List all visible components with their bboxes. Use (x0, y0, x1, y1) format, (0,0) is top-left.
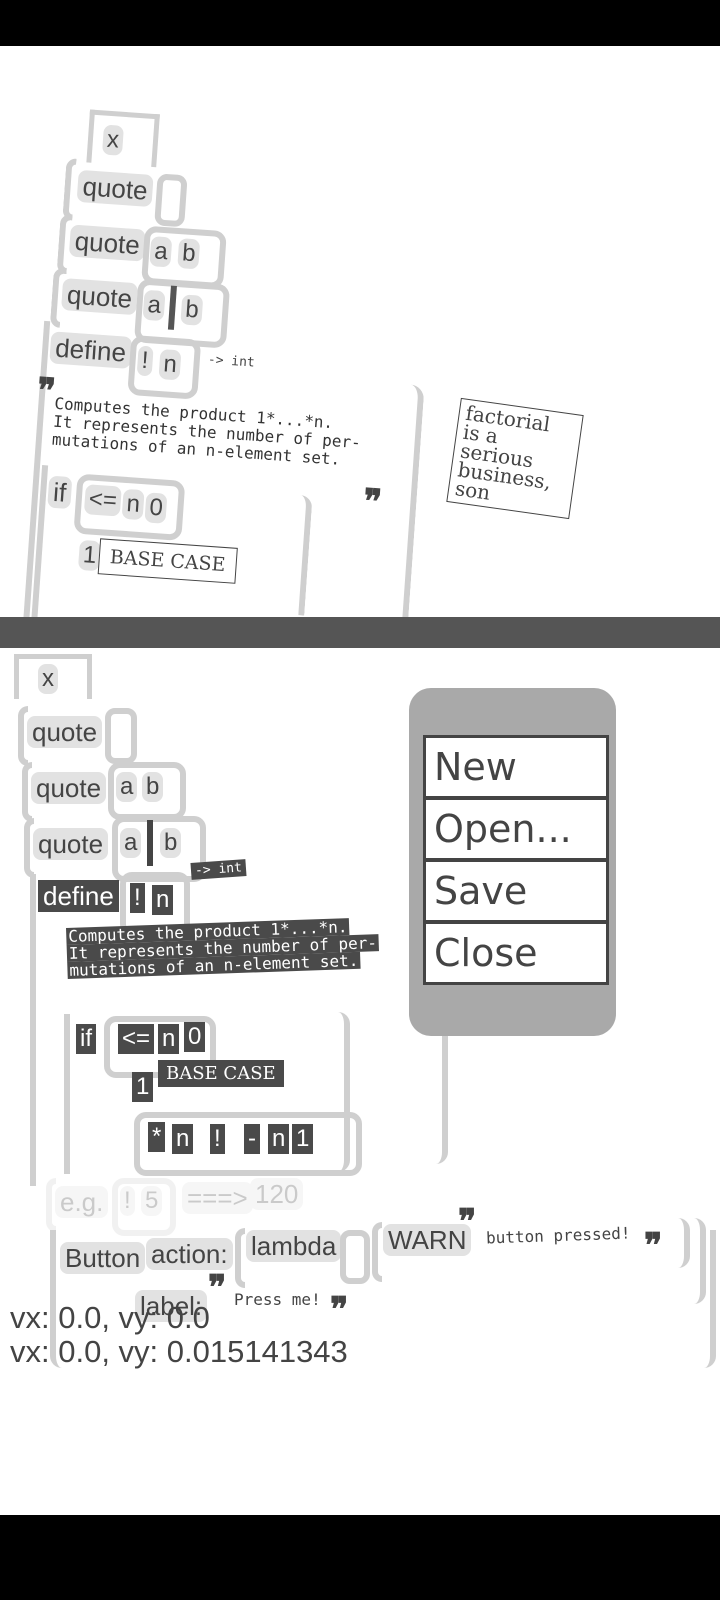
open-paren (62, 157, 77, 221)
token-minus[interactable]: - (244, 1124, 260, 1154)
open-paren (235, 1228, 245, 1288)
token-b[interactable]: b (160, 828, 182, 858)
menu-item-close[interactable]: Close (423, 921, 609, 985)
empty-list (105, 708, 137, 764)
token-lambda[interactable]: lambda (246, 1230, 342, 1262)
close-paren (391, 384, 425, 617)
cursor (147, 820, 153, 866)
token-a[interactable]: a (120, 828, 142, 858)
token-b[interactable]: b (180, 294, 204, 326)
code-canvas: x quote quote a b quote a b define ! n -… (0, 46, 719, 617)
return-type: -> int (190, 859, 247, 880)
define-bracket (30, 874, 36, 1186)
open-quote-icon: ❞ (458, 1202, 477, 1242)
token-a[interactable]: a (116, 772, 138, 802)
doc-string[interactable]: Computes the product 1*...*n. It represe… (66, 917, 380, 980)
token-n[interactable]: n (158, 349, 182, 381)
empty-list (154, 173, 188, 228)
token-bang[interactable]: ! (120, 1186, 135, 1216)
token-b[interactable]: b (177, 238, 201, 270)
close-quote-icon: ❞ (644, 1226, 663, 1266)
token-bang[interactable]: ! (136, 345, 154, 377)
menu-item-new[interactable]: New (423, 735, 609, 799)
token-n[interactable]: n (121, 488, 145, 521)
token-eg[interactable]: e.g. (55, 1186, 109, 1218)
open-quote-icon: ❞ (208, 1268, 227, 1308)
close-quote-icon: ❞ (361, 481, 384, 523)
return-type: -> int (207, 352, 256, 371)
split-divider[interactable] (0, 617, 720, 648)
open-quote-icon: ❞ (35, 370, 57, 412)
open-paren (372, 1222, 382, 1282)
base-case-label[interactable]: BASE CASE (158, 1060, 284, 1087)
note-box[interactable]: factorial is a serious business, son (446, 397, 584, 520)
token-quote[interactable]: quote (76, 169, 154, 208)
navigation-bar (0, 1515, 720, 1600)
token-one[interactable]: 1 (132, 1072, 154, 1102)
token-n[interactable]: n (172, 1124, 194, 1154)
token-quote[interactable]: quote (33, 828, 109, 860)
token-button[interactable]: Button (60, 1242, 146, 1274)
token-x[interactable]: x (38, 664, 58, 694)
if-bracket (64, 1014, 70, 1174)
token-if[interactable]: if (76, 1024, 96, 1054)
token-bang[interactable]: ! (130, 883, 145, 913)
token-lte[interactable]: <= (118, 1024, 155, 1054)
token-one[interactable]: 1 (292, 1124, 314, 1154)
editor-pane-top[interactable]: x quote quote a b quote a b define ! n -… (0, 46, 720, 617)
debug-velocity-1: vx: 0.0, vy: 0.0 (10, 1300, 210, 1335)
token-result[interactable]: 120 (250, 1178, 304, 1210)
token-define[interactable]: define (49, 331, 133, 369)
empty-params (340, 1230, 370, 1284)
token-a[interactable]: a (149, 236, 173, 268)
context-menu: New Open... Save as... Close (409, 688, 616, 1036)
status-bar (0, 0, 720, 46)
token-n[interactable]: n (152, 885, 174, 915)
debug-velocity-2: vx: 0.0, vy: 0.015141343 (10, 1334, 348, 1369)
token-zero[interactable]: 0 (144, 492, 168, 524)
token-action[interactable]: action: (146, 1238, 233, 1270)
token-lte[interactable]: <= (83, 484, 122, 517)
token-zero[interactable]: 0 (184, 1022, 206, 1052)
close-quote-icon: ❞ (330, 1290, 349, 1330)
token-b[interactable]: b (142, 772, 164, 802)
token-bang[interactable]: ! (210, 1124, 225, 1154)
token-n[interactable]: n (268, 1124, 290, 1154)
menu-item-save-as[interactable]: Save as... (423, 859, 609, 971)
token-n[interactable]: n (158, 1024, 180, 1054)
token-define[interactable]: define (38, 880, 119, 912)
doc-string[interactable]: Computes the product 1*...*n. It represe… (51, 394, 362, 470)
token-x[interactable]: x (101, 124, 124, 156)
token-quote[interactable]: quote (68, 224, 146, 262)
token-five[interactable]: 5 (141, 1186, 163, 1216)
token-quote[interactable]: quote (27, 716, 103, 748)
token-a[interactable]: a (142, 289, 166, 322)
label-message[interactable]: Press me! (234, 1290, 321, 1309)
close-paren (688, 1218, 706, 1304)
token-arrow[interactable]: ===> (182, 1182, 253, 1214)
token-quote[interactable]: quote (61, 278, 139, 316)
menu-item-open[interactable]: Open... (423, 797, 609, 861)
close-paren (290, 495, 313, 616)
token-if[interactable]: if (47, 475, 73, 510)
token-quote[interactable]: quote (31, 772, 107, 804)
base-case-label[interactable]: BASE CASE (97, 538, 238, 584)
token-mul[interactable]: * (148, 1122, 166, 1152)
